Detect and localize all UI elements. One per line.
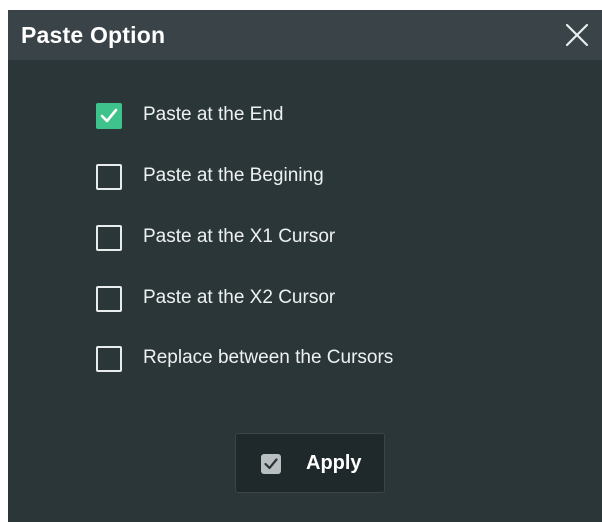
checkbox[interactable] bbox=[96, 346, 122, 372]
option-paste-at-beginning[interactable]: Paste at the Begining bbox=[96, 159, 496, 193]
close-icon bbox=[565, 23, 589, 47]
option-label: Paste at the X1 Cursor bbox=[143, 226, 336, 247]
option-paste-at-x1-cursor[interactable]: Paste at the X1 Cursor bbox=[96, 220, 496, 254]
checkbox[interactable] bbox=[96, 164, 122, 190]
option-paste-at-x2-cursor[interactable]: Paste at the X2 Cursor bbox=[96, 281, 496, 315]
option-paste-at-end[interactable]: Paste at the End bbox=[96, 98, 496, 132]
check-icon bbox=[100, 108, 118, 123]
checkbox[interactable] bbox=[96, 286, 122, 312]
paste-option-dialog: Paste Option Paste at the End Paste at t… bbox=[8, 10, 602, 522]
dialog-titlebar: Paste Option bbox=[8, 10, 602, 60]
option-label: Paste at the X2 Cursor bbox=[143, 287, 336, 308]
option-label: Paste at the Begining bbox=[143, 165, 324, 186]
apply-button[interactable]: Apply bbox=[235, 433, 385, 493]
close-button[interactable] bbox=[552, 10, 602, 60]
option-replace-between-cursors[interactable]: Replace between the Cursors bbox=[96, 341, 496, 375]
dialog-title: Paste Option bbox=[21, 22, 166, 48]
checkbox[interactable] bbox=[96, 225, 122, 251]
option-label: Replace between the Cursors bbox=[143, 347, 394, 368]
check-icon bbox=[261, 454, 281, 474]
checkbox-checked[interactable] bbox=[96, 103, 122, 129]
option-label: Paste at the End bbox=[143, 104, 284, 125]
apply-label: Apply bbox=[306, 452, 362, 474]
